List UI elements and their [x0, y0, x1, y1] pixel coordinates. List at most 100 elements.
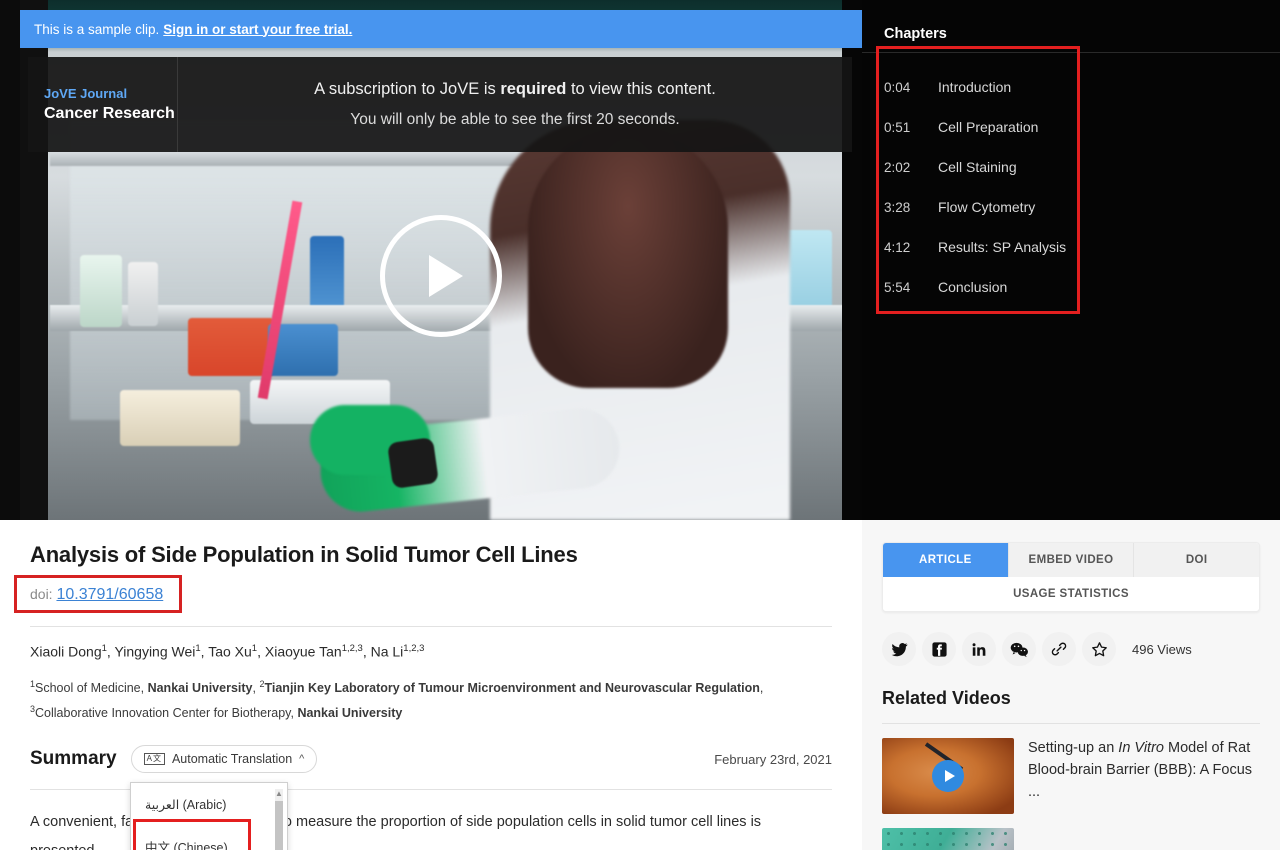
chapter-item-results-sp-analysis[interactable]: 4:12 Results: SP Analysis	[862, 227, 1280, 267]
language-option-chinese[interactable]: 中文 (Chinese)	[131, 825, 287, 850]
subscription-line-1: A subscription to JoVE is required to vi…	[314, 80, 716, 99]
page-title: Analysis of Side Population in Solid Tum…	[30, 542, 578, 567]
doi-container: doi: 10.3791/60658	[14, 575, 182, 613]
publish-date: February 23rd, 2021	[714, 751, 832, 767]
summary-header-row: Summary A文 Automatic Translation ^ Febru…	[30, 745, 832, 774]
author-name[interactable]: Na Li	[371, 644, 404, 660]
author-name[interactable]: Xiaoyue Tan	[265, 644, 342, 660]
author-affil-ref: 1	[251, 643, 258, 654]
author-name[interactable]: Tao Xu	[208, 644, 252, 660]
chapter-item-conclusion[interactable]: 5:54 Conclusion	[862, 267, 1280, 307]
author-affil-ref: 1,2,3	[341, 643, 363, 654]
video-prop-bottle	[128, 262, 158, 326]
affiliation-institution: Nankai University	[297, 705, 403, 720]
author-affil-ref: 1	[101, 643, 107, 654]
video-prop-bottle	[80, 255, 122, 327]
chapter-time: 0:51	[884, 119, 911, 135]
chapter-label: Cell Preparation	[938, 119, 1039, 135]
author-name[interactable]: Yingying Wei	[114, 644, 195, 660]
doi-link[interactable]: 10.3791/60658	[56, 586, 163, 603]
translate-icon: A文	[143, 753, 165, 766]
sample-clip-banner: This is a sample clip. Sign in or start …	[20, 10, 862, 48]
chapter-time: 0:04	[884, 79, 911, 95]
twitter-icon[interactable]	[882, 632, 916, 666]
affiliation-institution: Nankai University	[147, 680, 253, 695]
journal-label: JoVE Journal	[44, 86, 128, 101]
play-button[interactable]	[380, 215, 502, 337]
chapter-label: Results: SP Analysis	[938, 239, 1067, 255]
chapters-panel: Chapters 0:04 Introduction 0:51 Cell Pre…	[862, 0, 1280, 520]
video-researcher-watch	[387, 437, 439, 489]
chapter-item-introduction[interactable]: 0:04 Introduction	[862, 67, 1280, 107]
related-videos-heading: Related Videos	[882, 688, 1011, 708]
thumbnail-plate-dots	[882, 828, 1014, 850]
chevron-up-icon: ^	[299, 753, 305, 766]
tab-article[interactable]: ARTICLE	[883, 543, 1009, 577]
play-triangle-icon	[429, 255, 463, 297]
subscription-journal-block: JoVE Journal Cancer Research	[28, 57, 178, 152]
tab-doi[interactable]: DOI	[1134, 543, 1259, 577]
affiliation-list: 1School of Medicine, Nankai University, …	[30, 678, 764, 720]
chapter-item-cell-staining[interactable]: 2:02 Cell Staining	[862, 147, 1280, 187]
chapters-list: 0:04 Introduction 0:51 Cell Preparation …	[862, 53, 1280, 307]
chapter-time: 5:54	[884, 279, 911, 295]
related-video-item[interactable]: Setting-up an In Vitro Model of Rat Bloo…	[882, 738, 1260, 814]
chapter-label: Flow Cytometry	[938, 199, 1036, 215]
author-name[interactable]: Xiaoli Dong	[30, 644, 102, 660]
article-divider-top	[30, 626, 832, 627]
related-video-item[interactable]	[882, 828, 1260, 850]
sign-in-trial-link[interactable]: Sign in or start your free trial.	[163, 22, 352, 37]
facebook-icon[interactable]	[922, 632, 956, 666]
video-player-section[interactable]: This is a sample clip. Sign in or start …	[0, 0, 862, 520]
related-video-title[interactable]: Setting-up an In Vitro Model of Rat Bloo…	[1028, 738, 1260, 803]
jove-article-page: This is a sample clip. Sign in or start …	[0, 0, 1280, 850]
sidebar-tabs-row: ARTICLE EMBED VIDEO DOI	[883, 543, 1259, 577]
chapter-item-flow-cytometry[interactable]: 3:28 Flow Cytometry	[862, 187, 1280, 227]
automatic-translation-button[interactable]: A文 Automatic Translation ^	[130, 745, 318, 774]
affiliation-plain: Collaborative Innovation Center for Biot…	[35, 705, 298, 720]
view-count: 496 Views	[1132, 641, 1192, 657]
sub-line1-b: required	[500, 80, 567, 98]
chapter-time: 4:12	[884, 239, 911, 255]
tab-embed-video[interactable]: EMBED VIDEO	[1008, 543, 1135, 577]
related-title-part-a: Setting-up an	[1028, 740, 1119, 756]
video-prop-rack	[188, 318, 274, 376]
video-left-gutter	[0, 0, 20, 520]
sample-clip-text: This is a sample clip.	[34, 21, 160, 37]
journal-name: Cancer Research	[44, 105, 175, 122]
related-video-thumbnail[interactable]	[882, 738, 1014, 814]
subscription-line-2: You will only be able to see the first 2…	[350, 111, 680, 128]
language-dropdown-scrollbar[interactable]: ▲	[275, 789, 283, 850]
chapters-title: Chapters	[884, 26, 947, 42]
video-researcher-hair	[528, 128, 728, 388]
link-icon[interactable]	[1042, 632, 1076, 666]
video-prop-box	[120, 390, 240, 446]
social-share-row: 496 Views	[882, 632, 1260, 666]
related-video-thumbnail[interactable]	[882, 828, 1014, 850]
sub-line1-a: A subscription to JoVE is	[314, 80, 501, 98]
wechat-icon[interactable]	[1002, 632, 1036, 666]
chapter-time: 3:28	[884, 199, 911, 215]
sidebar-tabs: ARTICLE EMBED VIDEO DOI USAGE STATISTICS	[882, 542, 1260, 612]
scroll-up-arrow-icon[interactable]: ▲	[275, 789, 283, 798]
affiliation-institution: Tianjin Key Laboratory of Tumour Microen…	[264, 680, 760, 695]
translation-button-label: Automatic Translation	[171, 752, 293, 767]
subscription-overlay: JoVE Journal Cancer Research A subscript…	[28, 57, 852, 152]
language-option-arabic[interactable]: العربية (Arabic)	[131, 783, 287, 825]
summary-heading: Summary	[30, 748, 117, 770]
chapter-item-cell-preparation[interactable]: 0:51 Cell Preparation	[862, 107, 1280, 147]
language-dropdown[interactable]: العربية (Arabic) 中文 (Chinese) ▲	[130, 782, 288, 850]
subscription-message-block: A subscription to JoVE is required to vi…	[178, 80, 852, 129]
affiliation-plain: School of Medicine,	[35, 680, 148, 695]
right-sidebar: ARTICLE EMBED VIDEO DOI USAGE STATISTICS	[862, 520, 1280, 850]
linkedin-icon[interactable]	[962, 632, 996, 666]
star-icon[interactable]	[1082, 632, 1116, 666]
doi-label: doi:	[30, 586, 57, 602]
article-content: Analysis of Side Population in Solid Tum…	[0, 520, 862, 850]
tab-usage-statistics[interactable]: USAGE STATISTICS	[883, 577, 1259, 611]
author-affil-ref: 1	[195, 643, 201, 654]
scrollbar-thumb[interactable]	[275, 801, 283, 850]
related-play-icon[interactable]	[932, 760, 964, 792]
chapter-label: Introduction	[938, 79, 1012, 95]
related-videos-divider	[882, 723, 1260, 724]
